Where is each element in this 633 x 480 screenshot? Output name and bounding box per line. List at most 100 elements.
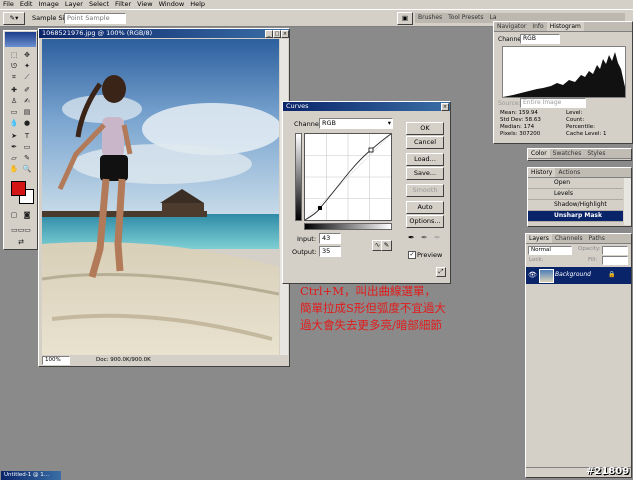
gradient-tool-icon[interactable]: ▤ (22, 108, 32, 117)
history-list: Open Levels Shadow/Highlight Unsharp Mas… (528, 178, 623, 222)
curves-dialog: Curves × Channel: RGB ▾ Input: 43 Output:… (282, 101, 451, 284)
shape-tool-icon[interactable]: ▭ (22, 143, 32, 152)
notes-tool-icon[interactable]: ▱ (9, 154, 19, 163)
layer-row-background[interactable]: 👁 Background 🔒 (526, 267, 631, 284)
toolbox: ⬚ ✥ ᘎ ✦ ⌗ ⟋ ✚ ✐ ♙ ✍ ▭ ▤ 💧 ● ➤ T ✒ ▭ ▱ ✎ … (3, 30, 38, 250)
tab-channels[interactable]: Channels (552, 234, 586, 243)
slice-tool-icon[interactable]: ⟋ (22, 73, 32, 82)
opacity-field[interactable] (602, 246, 628, 255)
tab-layers[interactable]: Layers (526, 234, 552, 243)
gray-eyedropper-icon[interactable]: ✒ (421, 233, 428, 242)
input-field[interactable]: 43 (319, 233, 341, 244)
menu-select[interactable]: Select (86, 0, 112, 9)
tab-info[interactable]: Info (529, 22, 546, 31)
tab-navigator[interactable]: Navigator (494, 22, 529, 31)
history-item[interactable]: Shadow/Highlight (528, 200, 623, 211)
document-canvas[interactable] (42, 39, 279, 355)
eyedropper-tool-preset-button[interactable]: ✎▾ (3, 12, 25, 25)
screen-mode-icon[interactable]: ▭▭▭ (7, 226, 35, 235)
curve-graph[interactable] (304, 133, 392, 221)
tab-styles[interactable]: Styles (584, 149, 608, 158)
stat-mean-label: Mean: (500, 110, 517, 116)
clone-stamp-tool-icon[interactable]: ♙ (9, 97, 19, 106)
expand-icon[interactable]: ⤢ (436, 267, 446, 277)
palette-well-tab-brushes[interactable]: Brushes (415, 13, 445, 22)
history-scrollbar[interactable] (624, 178, 631, 225)
menu-layer[interactable]: Layer (62, 0, 86, 9)
pencil-mode-icon[interactable]: ✎ (381, 240, 392, 251)
file-browser-icon[interactable]: ▣ (397, 12, 413, 25)
smooth-button[interactable]: Smooth (406, 184, 444, 197)
preview-checkbox[interactable]: ✓ (408, 251, 416, 259)
tab-paths[interactable]: Paths (586, 234, 608, 243)
black-eyedropper-icon[interactable]: ✒ (408, 233, 415, 242)
lasso-tool-icon[interactable]: ᘎ (9, 62, 19, 71)
tab-color[interactable]: Color (528, 149, 550, 158)
move-tool-icon[interactable]: ✥ (22, 51, 32, 60)
path-selection-tool-icon[interactable]: ➤ (9, 132, 19, 141)
blur-tool-icon[interactable]: 💧 (9, 119, 19, 128)
pen-tool-icon[interactable]: ✒ (9, 143, 19, 152)
eraser-tool-icon[interactable]: ▭ (9, 108, 19, 117)
histogram-channel-select[interactable]: RGB (520, 34, 560, 44)
stat-mean-value: 159.94 (518, 110, 538, 116)
tab-history[interactable]: History (528, 168, 556, 177)
history-brush-tool-icon[interactable]: ✍ (22, 97, 32, 106)
auto-button[interactable]: Auto (406, 201, 444, 214)
history-item[interactable]: Levels (528, 189, 623, 200)
eye-icon[interactable]: 👁 (528, 271, 537, 279)
menu-image[interactable]: Image (35, 0, 61, 9)
tab-histogram[interactable]: Histogram (546, 22, 584, 31)
zoom-tool-icon[interactable]: 🔍 (22, 165, 32, 174)
sample-size-select[interactable]: Point Sample (64, 13, 126, 24)
histogram-source-select[interactable]: Entire Image (520, 98, 586, 108)
curves-close-button[interactable]: × (441, 103, 449, 111)
magic-wand-tool-icon[interactable]: ✦ (22, 62, 32, 71)
maximize-button[interactable]: □ (273, 30, 281, 38)
menu-help[interactable]: Help (187, 0, 208, 9)
eyedropper-tool-icon[interactable]: ✎ (22, 154, 32, 163)
minimized-document[interactable]: Untitled-1 @ 1... (1, 471, 61, 480)
healing-brush-tool-icon[interactable]: ✚ (9, 86, 19, 95)
tab-actions[interactable]: Actions (555, 168, 583, 177)
stat-level-label: Level: (566, 110, 583, 116)
palette-well-tab-tool-presets[interactable]: Tool Presets (445, 13, 486, 22)
jump-to-imageready-icon[interactable]: ⇄ (7, 238, 35, 247)
history-item-selected[interactable]: Unsharp Mask (528, 211, 623, 222)
curve-point-shadow[interactable] (318, 206, 322, 210)
load-button[interactable]: Load... (406, 153, 444, 166)
stat-cache-value: 1 (602, 131, 607, 137)
foreground-color-swatch-front[interactable] (11, 181, 26, 196)
hand-tool-icon[interactable]: ✋ (9, 165, 19, 174)
standard-mode-icon[interactable]: ▢ (9, 211, 19, 220)
menu-edit[interactable]: Edit (17, 0, 36, 9)
save-button[interactable]: Save... (406, 167, 444, 180)
tab-swatches[interactable]: Swatches (550, 149, 585, 158)
blend-mode-select[interactable]: Normal (528, 246, 572, 255)
zoom-field[interactable]: 100% (42, 356, 70, 365)
output-field[interactable]: 35 (319, 246, 341, 257)
stat-pixels-label: Pixels: (500, 131, 518, 137)
close-button[interactable]: × (281, 30, 289, 38)
minimized-document-title: Untitled-1 @ 1... (4, 472, 49, 478)
fill-field[interactable] (602, 256, 628, 265)
menu-window[interactable]: Window (156, 0, 188, 9)
stat-median-label: Median: (500, 124, 522, 130)
curve-point-highlight[interactable] (368, 147, 374, 153)
marquee-tool-icon[interactable]: ⬚ (9, 51, 19, 60)
type-tool-icon[interactable]: T (22, 132, 32, 141)
history-item[interactable]: Open (528, 178, 623, 189)
menu-view[interactable]: View (134, 0, 155, 9)
ok-button[interactable]: OK (406, 122, 444, 135)
options-button[interactable]: Options... (406, 215, 444, 228)
dodge-tool-icon[interactable]: ● (22, 119, 32, 128)
menu-filter[interactable]: Filter (112, 0, 134, 9)
quick-mask-mode-icon[interactable]: ◙ (22, 211, 32, 220)
white-eyedropper-icon[interactable]: ✒ (434, 233, 441, 242)
minimize-button[interactable]: _ (265, 30, 273, 38)
channel-select[interactable]: RGB ▾ (319, 118, 393, 129)
cancel-button[interactable]: Cancel (406, 136, 444, 149)
crop-tool-icon[interactable]: ⌗ (9, 73, 19, 82)
brush-tool-icon[interactable]: ✐ (22, 86, 32, 95)
menu-file[interactable]: File (0, 0, 17, 9)
